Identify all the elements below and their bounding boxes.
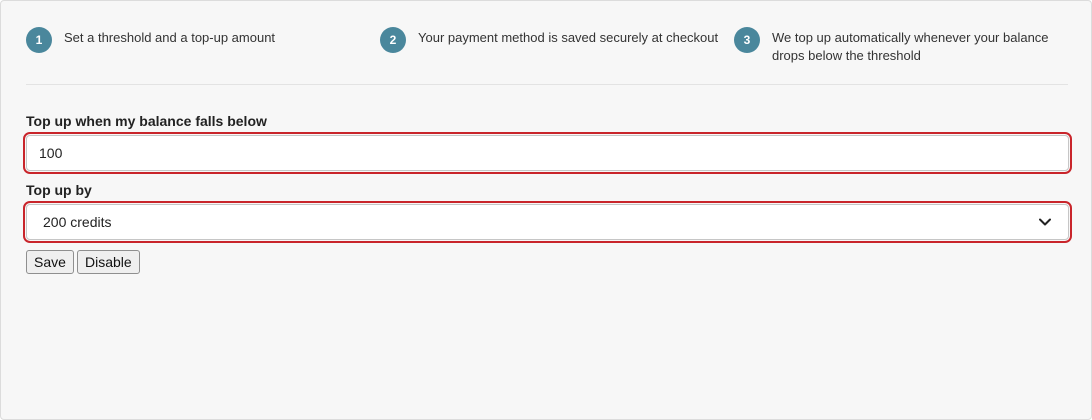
threshold-input[interactable] [26, 135, 1069, 171]
step-number-badge: 2 [380, 27, 406, 53]
step-3: 3 We top up automatically whenever your … [734, 27, 1068, 65]
topup-amount-select[interactable]: 200 credits [26, 204, 1069, 240]
topup-amount-label: Top up by [26, 182, 92, 198]
save-button[interactable]: Save [26, 250, 74, 274]
chevron-down-icon [1038, 215, 1052, 229]
step-description: Your payment method is saved securely at… [418, 30, 719, 45]
threshold-label: Top up when my balance falls below [26, 113, 267, 129]
steps-row: 1 Set a threshold and a top-up amount 2 … [26, 27, 1068, 85]
auto-topup-panel: 1 Set a threshold and a top-up amount 2 … [0, 0, 1092, 420]
disable-button[interactable]: Disable [77, 250, 140, 274]
step-1: 1 Set a threshold and a top-up amount [26, 27, 366, 53]
step-description: Set a threshold and a top-up amount [64, 30, 276, 45]
step-description: We top up automatically whenever your ba… [772, 30, 1049, 63]
step-2: 2 Your payment method is saved securely … [380, 27, 720, 53]
step-number-badge: 1 [26, 27, 52, 53]
step-number-badge: 3 [734, 27, 760, 53]
topup-amount-selected: 200 credits [43, 214, 112, 230]
